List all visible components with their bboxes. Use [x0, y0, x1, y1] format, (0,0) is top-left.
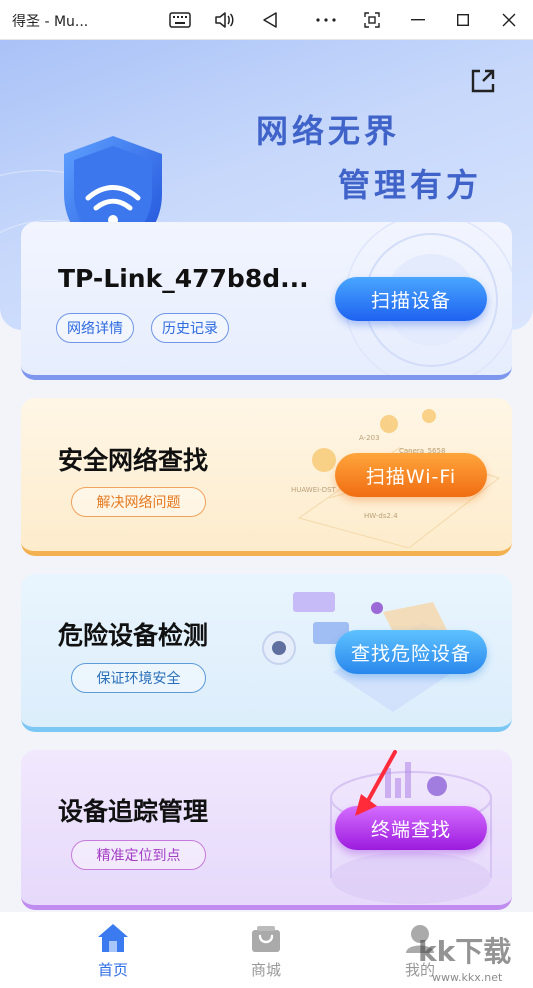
danger-device-card[interactable]: 危险设备检测 保证环境安全 查找危险设备	[21, 574, 512, 732]
shopping-bag-icon	[252, 926, 280, 952]
keyboard-icon[interactable]	[164, 4, 196, 36]
wifi-deco-label: A-203	[359, 434, 380, 442]
ensure-safety-button[interactable]: 保证环境安全	[71, 663, 206, 693]
wifi-search-title: 安全网络查找	[58, 446, 209, 475]
network-card[interactable]: TP-Link_477b8d... 网络详情 历史记录 扫描设备	[21, 222, 512, 380]
network-details-button[interactable]: 网络详情	[56, 313, 134, 343]
history-button[interactable]: 历史记录	[151, 313, 229, 343]
scan-wifi-button[interactable]: 扫描Wi-Fi	[335, 453, 487, 497]
find-danger-device-button[interactable]: 查找危险设备	[335, 630, 487, 674]
pointer-arrow-icon	[355, 750, 397, 816]
wifi-search-card[interactable]: A-203 Canera_5658 HUAWEI-DST HW-ds2.4 安全…	[21, 398, 512, 556]
slogan-line-2: 管理有方	[338, 166, 483, 204]
volume-icon[interactable]	[208, 4, 240, 36]
device-tracking-card[interactable]: 设备追踪管理 精准定位到点 终端查找	[21, 750, 512, 910]
maximize-icon[interactable]	[447, 4, 479, 36]
watermark-logo: kk下载	[418, 935, 512, 968]
solve-network-issue-button[interactable]: 解决网络问题	[71, 487, 206, 517]
scan-devices-button[interactable]: 扫描设备	[335, 277, 487, 321]
danger-device-title: 危险设备检测	[58, 621, 209, 650]
watermark-url: www.kkx.net	[432, 971, 503, 984]
nav-home[interactable]: 首页	[78, 912, 148, 988]
back-triangle-icon[interactable]	[254, 4, 286, 36]
nav-mall-label: 商城	[250, 961, 281, 979]
more-dots-icon[interactable]	[310, 4, 342, 36]
minimize-icon[interactable]	[402, 4, 434, 36]
home-icon	[98, 924, 128, 952]
wifi-deco-label: HW-ds2.4	[364, 512, 398, 520]
nav-mall[interactable]: 商城	[231, 912, 301, 988]
window-titlebar: 得圣 - Mu...	[0, 0, 533, 40]
network-name: TP-Link_477b8d...	[58, 264, 309, 293]
precise-location-button[interactable]: 精准定位到点	[71, 840, 206, 870]
slogan-line-1: 网络无界	[256, 112, 401, 150]
screenshot-icon[interactable]	[356, 4, 388, 36]
device-tracking-title: 设备追踪管理	[58, 797, 209, 826]
close-icon[interactable]	[493, 4, 525, 36]
share-icon[interactable]	[468, 66, 498, 96]
wifi-deco-label: HUAWEI-DST	[291, 486, 336, 494]
window-title: 得圣 - Mu...	[12, 14, 89, 30]
nav-home-label: 首页	[97, 961, 128, 979]
